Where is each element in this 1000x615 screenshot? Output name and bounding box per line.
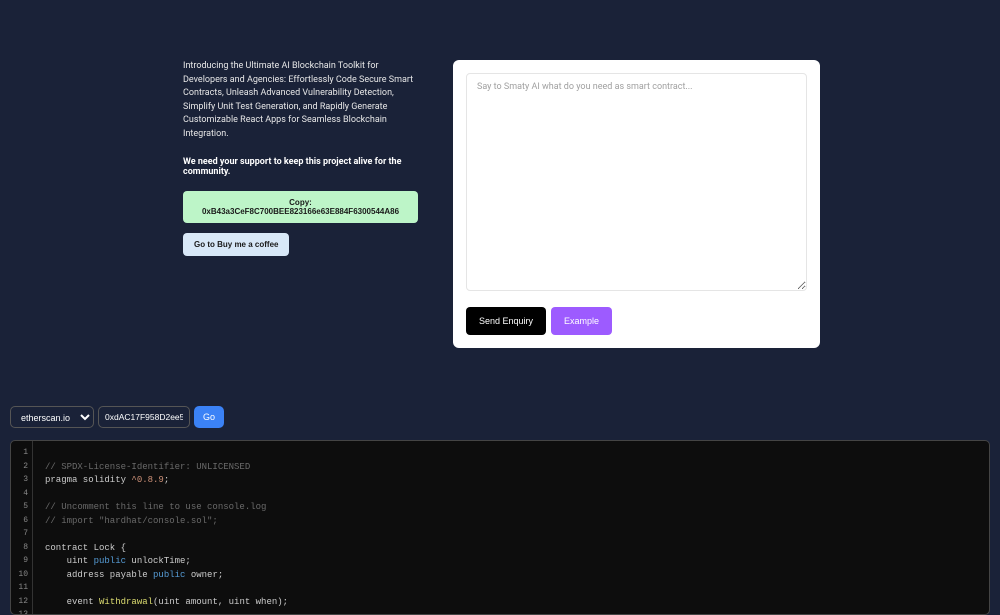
example-button[interactable]: Example — [551, 307, 612, 335]
support-text: We need your support to keep this projec… — [183, 157, 418, 177]
code-line: // SPDX-License-Identifier: UNLICENSED — [45, 461, 288, 475]
line-number: 9 — [11, 555, 28, 569]
code-line: address payable public owner; — [45, 569, 288, 583]
line-gutter: 12345678910111213141516 — [11, 441, 33, 614]
explorer-controls: etherscan.io Go — [0, 406, 1000, 428]
code-line — [45, 609, 288, 615]
code-line — [45, 528, 288, 542]
contract-address-input[interactable] — [98, 406, 190, 428]
line-number: 3 — [11, 474, 28, 488]
intro-panel: Introducing the Ultimate AI Blockchain T… — [183, 60, 418, 348]
line-number: 8 — [11, 542, 28, 556]
line-number: 12 — [11, 596, 28, 610]
code-editor: 12345678910111213141516 // SPDX-License-… — [10, 440, 990, 615]
code-line: // Uncomment this line to use console.lo… — [45, 501, 288, 515]
code-line: // import "hardhat/console.sol"; — [45, 515, 288, 529]
line-number: 6 — [11, 515, 28, 529]
line-number: 1 — [11, 447, 28, 461]
code-area[interactable]: // SPDX-License-Identifier: UNLICENSEDpr… — [33, 441, 300, 614]
line-number: 7 — [11, 528, 28, 542]
code-line: uint public unlockTime; — [45, 555, 288, 569]
explorer-select[interactable]: etherscan.io — [10, 406, 94, 428]
description-text: Introducing the Ultimate AI Blockchain T… — [183, 60, 418, 141]
go-button[interactable]: Go — [194, 406, 224, 428]
line-number: 13 — [11, 609, 28, 615]
line-number: 10 — [11, 569, 28, 583]
enquiry-textarea[interactable] — [466, 73, 807, 291]
send-enquiry-button[interactable]: Send Enquiry — [466, 307, 546, 335]
line-number: 5 — [11, 501, 28, 515]
buy-coffee-button[interactable]: Go to Buy me a coffee — [183, 233, 289, 256]
enquiry-card: Send Enquiry Example — [453, 60, 820, 348]
code-line: contract Lock { — [45, 542, 288, 556]
copy-address-button[interactable]: Copy: 0xB43a3CeF8C700BEE823166e63E884F63… — [183, 191, 418, 223]
code-line — [45, 582, 288, 596]
code-line — [45, 447, 288, 461]
code-line: event Withdrawal(uint amount, uint when)… — [45, 596, 288, 610]
line-number: 4 — [11, 488, 28, 502]
code-line: pragma solidity ^0.8.9; — [45, 474, 288, 488]
code-line — [45, 488, 288, 502]
line-number: 11 — [11, 582, 28, 596]
line-number: 2 — [11, 461, 28, 475]
